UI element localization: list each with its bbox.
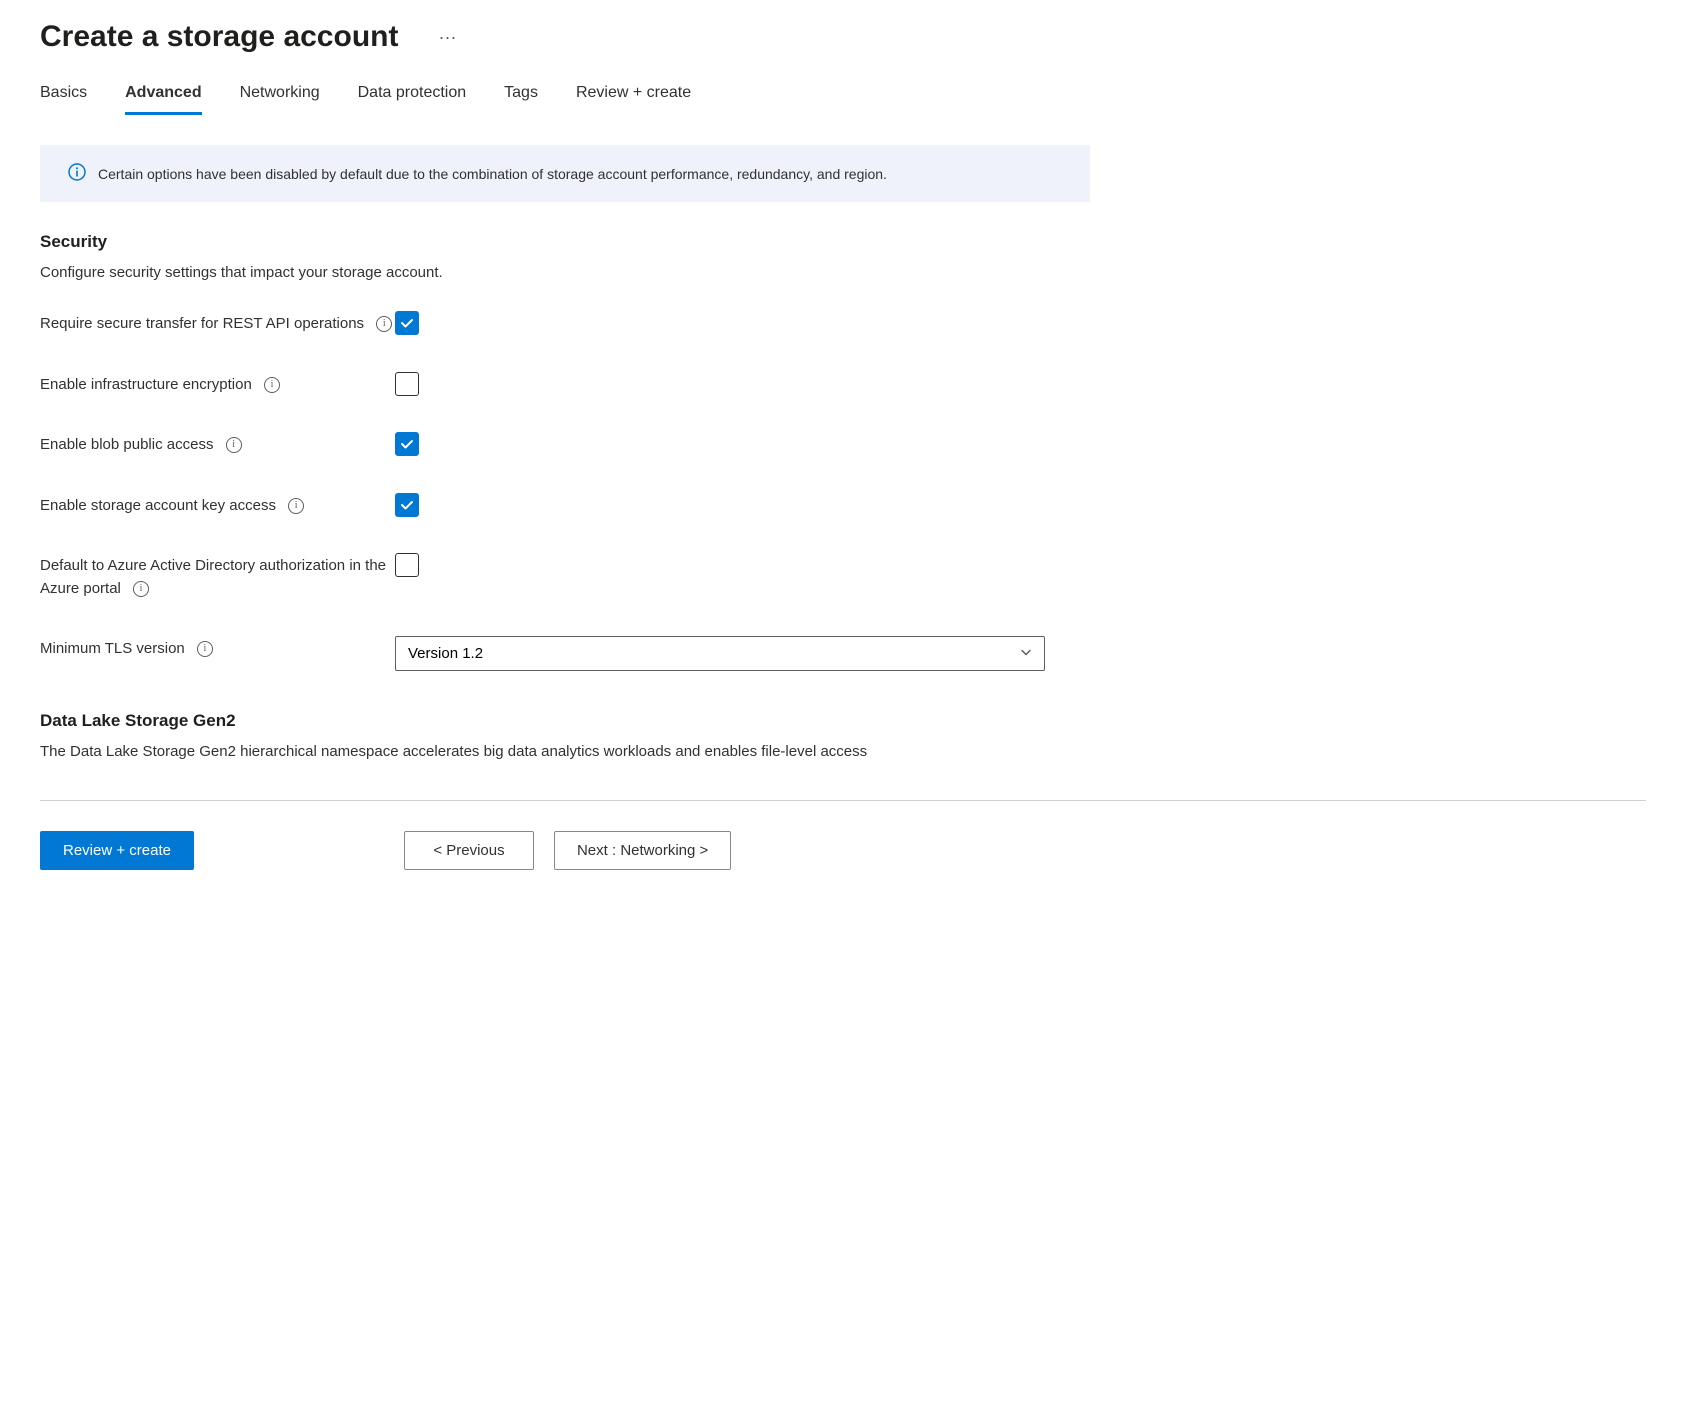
tab-tags[interactable]: Tags xyxy=(504,84,538,115)
review-create-button[interactable]: Review + create xyxy=(40,831,194,870)
tab-networking[interactable]: Networking xyxy=(240,84,320,115)
tab-basics[interactable]: Basics xyxy=(40,84,87,115)
label-key-access: Enable storage account key access i xyxy=(40,493,395,518)
select-tls-version[interactable] xyxy=(395,636,1045,671)
info-icon[interactable]: i xyxy=(288,498,304,514)
label-infra-encryption: Enable infrastructure encryption i xyxy=(40,372,395,397)
section-security: Security Configure security settings tha… xyxy=(40,232,1646,671)
label-tls: Minimum TLS version i xyxy=(40,636,395,661)
checkbox-aad-auth[interactable] xyxy=(395,553,419,577)
tabs: Basics Advanced Networking Data protecti… xyxy=(40,84,1646,115)
checkbox-blob-public[interactable] xyxy=(395,432,419,456)
section-desc-datalake: The Data Lake Storage Gen2 hierarchical … xyxy=(40,743,1646,760)
footer: Review + create < Previous Next : Networ… xyxy=(40,800,1646,870)
info-icon[interactable]: i xyxy=(376,316,392,332)
info-icon xyxy=(68,163,86,184)
tab-advanced[interactable]: Advanced xyxy=(125,84,201,115)
more-icon[interactable]: ··· xyxy=(438,27,456,48)
label-blob-public: Enable blob public access i xyxy=(40,432,395,457)
section-title-security: Security xyxy=(40,232,1646,252)
info-icon[interactable]: i xyxy=(197,641,213,657)
info-icon[interactable]: i xyxy=(133,581,149,597)
tab-review-create[interactable]: Review + create xyxy=(576,84,691,115)
page-title: Create a storage account xyxy=(40,20,398,54)
section-datalake: Data Lake Storage Gen2 The Data Lake Sto… xyxy=(40,711,1646,760)
checkbox-secure-transfer[interactable] xyxy=(395,311,419,335)
info-icon[interactable]: i xyxy=(226,437,242,453)
next-button[interactable]: Next : Networking > xyxy=(554,831,731,870)
label-secure-transfer: Require secure transfer for REST API ope… xyxy=(40,311,395,336)
info-banner: Certain options have been disabled by de… xyxy=(40,145,1090,202)
previous-button[interactable]: < Previous xyxy=(404,831,534,870)
info-banner-text: Certain options have been disabled by de… xyxy=(98,166,887,182)
checkbox-infra-encryption[interactable] xyxy=(395,372,419,396)
checkbox-key-access[interactable] xyxy=(395,493,419,517)
section-desc-security: Configure security settings that impact … xyxy=(40,264,1646,281)
label-aad-auth: Default to Azure Active Directory author… xyxy=(40,553,395,600)
section-title-datalake: Data Lake Storage Gen2 xyxy=(40,711,1646,731)
tab-data-protection[interactable]: Data protection xyxy=(358,84,467,115)
info-icon[interactable]: i xyxy=(264,377,280,393)
